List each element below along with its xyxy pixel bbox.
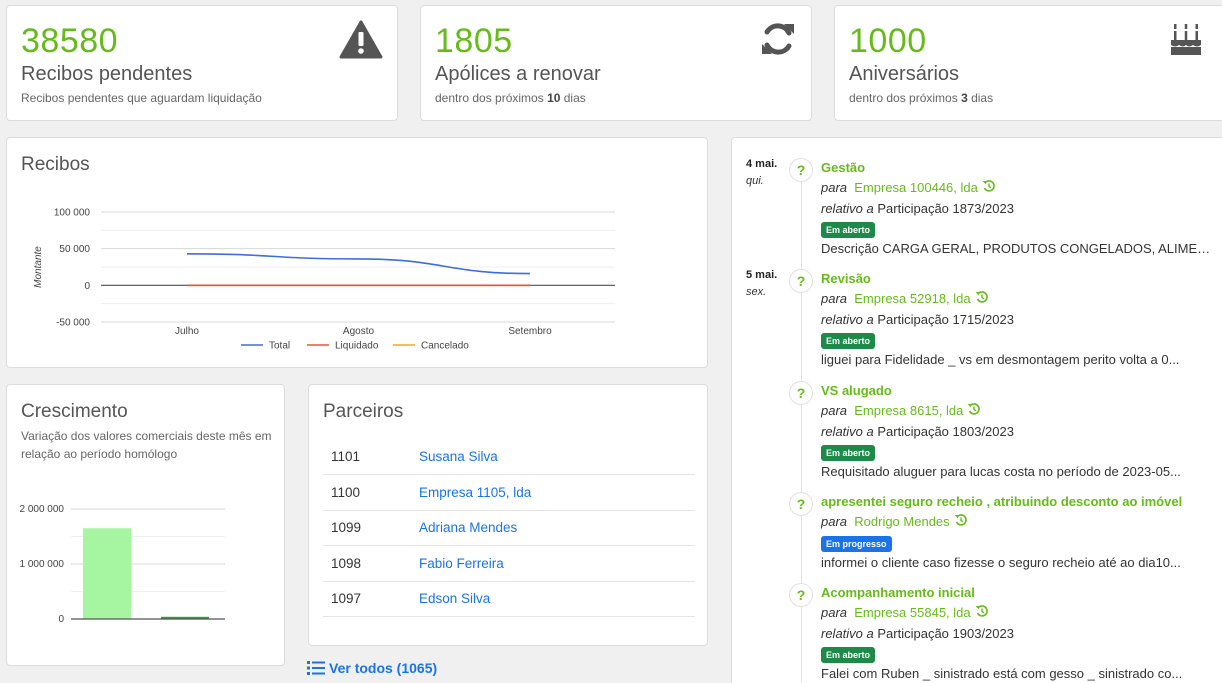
question-icon: ? [789, 381, 813, 405]
refresh-icon [759, 20, 797, 63]
stat-number: 1000 [849, 22, 927, 60]
stat-title: Recibos pendentes [21, 63, 193, 85]
status-badge: Em aberto [821, 646, 876, 663]
series-line-total [186, 253, 531, 275]
partner-id: 1098 [323, 545, 419, 582]
timeline-weekday: qui. [746, 175, 764, 187]
timeline-ref: Participação 1715/2023 [877, 311, 1014, 327]
table-row[interactable]: 1101 Susana Silva [323, 439, 695, 475]
recibos-chart: 100 000 50 000 0 -50 000 Julho Agosto Setembro… [33, 208, 615, 352]
crescimento-chart: 2 000 000 1 000 000 0 [20, 504, 225, 625]
warning-icon [339, 20, 383, 65]
stat-card-apolices-renovar[interactable]: 1805 Apólices a renovar dentro dos próxi… [420, 5, 812, 121]
parceiros-title: Parceiros [323, 401, 404, 422]
partner-name-link[interactable]: Empresa 1105, lda [419, 474, 695, 511]
partner-id: 1099 [323, 510, 419, 546]
timeline-ref: Participação 1803/2023 [877, 423, 1014, 439]
y-tick-label: 1 000 000 [20, 559, 65, 570]
partner-id: 1101 [323, 439, 419, 475]
stat-number: 38580 [21, 22, 119, 60]
y-tick-label: 50 000 [59, 244, 90, 255]
partner-name-link[interactable]: Fabio Ferreira [419, 545, 695, 582]
timeline-target-link[interactable]: Empresa 8615, lda [854, 403, 963, 418]
question-icon: ? [789, 158, 813, 182]
stat-subtitle: dentro dos próximos 10 dias [435, 91, 586, 105]
stat-subtitle: dentro dos próximos 3 dias [849, 91, 994, 105]
timeline-target-link[interactable]: Rodrigo Mendes [854, 514, 949, 529]
timeline-target-link[interactable]: Empresa 52918, lda [854, 291, 970, 306]
timeline-card: 4 mai. qui. ? Gestão para Empresa 100446… [731, 137, 1222, 683]
timeline-title-link[interactable]: Acompanhamento inicial [821, 583, 1216, 603]
timeline-title-link[interactable]: VS alugado [821, 381, 1216, 401]
table-row[interactable]: 1098 Fabio Ferreira [323, 545, 695, 582]
timeline-description: Requisitado aluguer para lucas costa no … [821, 463, 1181, 479]
timeline-date: 5 mai. [746, 269, 778, 281]
legend-label: Total [269, 341, 290, 352]
x-tick-label: Setembro [508, 326, 552, 337]
recibos-card: Recibos 100 000 50 000 0 -50 000 Julho Agosto… [6, 137, 708, 368]
timeline-weekday: sex. [746, 286, 767, 298]
timeline-target-link[interactable]: Empresa 55845, lda [854, 605, 970, 620]
timeline-title-link[interactable]: apresentei seguro recheio , atribuindo d… [821, 492, 1216, 512]
question-icon: ? [789, 492, 813, 516]
timeline-title-link[interactable]: Gestão [821, 158, 1216, 178]
y-tick-label: 100 000 [54, 208, 91, 219]
list-icon [307, 661, 325, 675]
y-tick-label: -50 000 [56, 318, 90, 329]
timeline-description: Descrição CARGA GERAL, PRODUTOS CONGELAD… [821, 240, 1216, 256]
timeline-title-link[interactable]: Revisão [821, 269, 1216, 289]
status-badge: Em progresso [821, 535, 892, 552]
history-icon[interactable] [967, 402, 981, 422]
status-badge: Em aberto [821, 332, 876, 349]
ver-todos-link[interactable]: Ver todos (1065) [307, 660, 437, 676]
history-icon[interactable] [982, 179, 996, 199]
partner-name-link[interactable]: Susana Silva [419, 439, 695, 475]
stat-title: Aniversários [849, 63, 960, 85]
table-row[interactable]: 1100 Empresa 1105, lda [323, 474, 695, 511]
birthday-cake-icon [1169, 20, 1203, 63]
stat-number: 1805 [435, 22, 513, 60]
legend-label: Cancelado [421, 341, 469, 352]
timeline-target-link[interactable]: Empresa 100446, lda [854, 180, 978, 195]
parceiros-card: Parceiros 1101 Susana Silva 1100 Empresa 1… [308, 384, 708, 646]
bar [83, 528, 131, 619]
table-row[interactable]: 1099 Adriana Mendes [323, 510, 695, 546]
stat-card-recibos-pendentes[interactable]: 38580 Recibos pendentes Recibos pendente… [6, 5, 398, 121]
partner-id: 1100 [323, 474, 419, 511]
y-tick-label: 0 [58, 614, 64, 625]
status-badge: Em aberto [821, 444, 876, 461]
x-tick-label: Julho [175, 326, 199, 337]
partner-name-link[interactable]: Adriana Mendes [419, 510, 695, 546]
x-tick-label: Agosto [343, 326, 375, 337]
history-icon[interactable] [975, 604, 989, 624]
table-row[interactable]: 1097 Edson Silva [323, 581, 695, 617]
history-icon[interactable] [954, 513, 968, 533]
parceiros-table: 1101 Susana Silva 1100 Empresa 1105, lda 1… [323, 439, 695, 617]
timeline-description: Falei com Ruben _ sinistrado está com ge… [821, 665, 1183, 681]
partner-name-link[interactable]: Edson Silva [419, 581, 695, 617]
timeline-description: informei o cliente caso fizesse o seguro… [821, 554, 1181, 570]
timeline-description: liguei para Fidelidade _ vs em desmontag… [821, 351, 1180, 367]
crescimento-card: Crescimento Variação dos valores comerci… [6, 384, 285, 666]
stat-card-aniversarios[interactable]: 1000 Aniversários dentro dos próximos 3 … [834, 5, 1222, 121]
partner-id: 1097 [323, 581, 419, 617]
question-icon: ? [789, 583, 813, 607]
ver-todos-label: Ver todos (1065) [329, 660, 438, 676]
y-tick-label: 0 [84, 281, 90, 292]
timeline-date: 4 mai. [746, 158, 778, 170]
stat-subtitle: Recibos pendentes que aguardam liquidaçã… [21, 91, 262, 105]
stat-title: Apólices a renovar [435, 63, 601, 85]
question-icon: ? [789, 269, 813, 293]
timeline-ref: Participação 1873/2023 [877, 200, 1014, 216]
y-axis-label: Montante [33, 246, 44, 288]
status-badge: Em aberto [821, 221, 876, 238]
y-tick-label: 2 000 000 [20, 504, 65, 515]
history-icon[interactable] [975, 290, 989, 310]
legend-label: Liquidado [335, 341, 379, 352]
timeline-ref: Participação 1903/2023 [877, 625, 1014, 641]
